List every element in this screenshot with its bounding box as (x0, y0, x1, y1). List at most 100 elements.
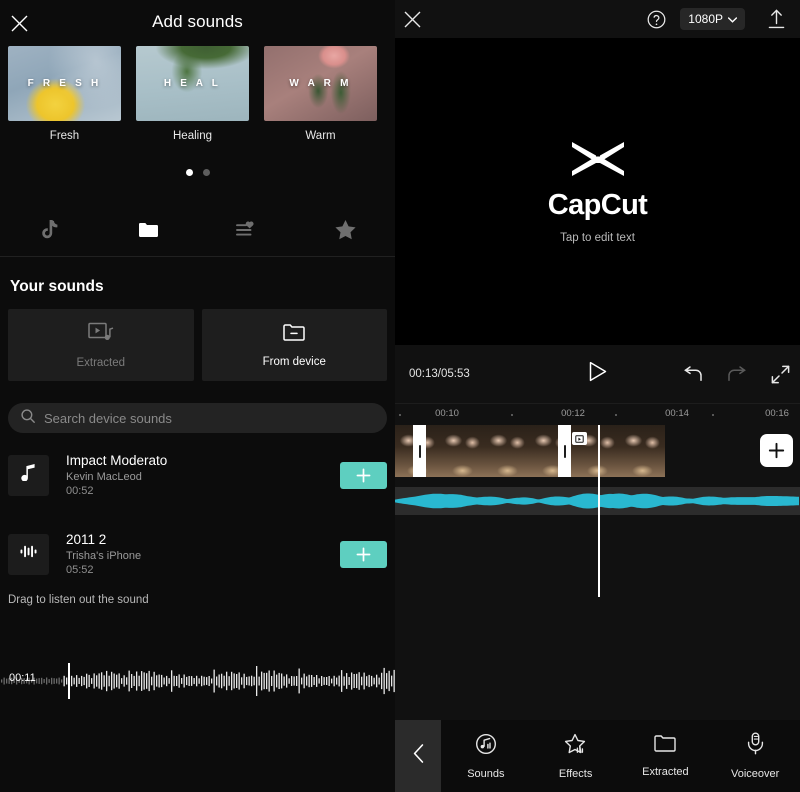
chevron-left-icon (413, 744, 424, 768)
sound-preview-waveform[interactable]: 00:11 (0, 662, 395, 700)
video-track[interactable] (395, 425, 665, 477)
list-item[interactable]: 2011 2 Trisha's iPhone 05:52 (8, 528, 387, 580)
search-section: Search device sounds (0, 381, 395, 433)
tool-extracted[interactable]: Extracted (621, 734, 711, 778)
tool-label: Voiceover (731, 768, 779, 780)
sound-artist: Kevin MacLeod (66, 471, 340, 483)
theme-card-healing[interactable]: H E A L Healing (136, 46, 249, 142)
tool-effects[interactable]: Effects (531, 733, 621, 780)
play-icon[interactable] (588, 361, 607, 387)
sidebar-item-tiktok[interactable] (0, 208, 99, 256)
capcut-screen: Add sounds F R E S H Fresh H E A L Heali… (0, 0, 800, 792)
pager-dot-2[interactable] (203, 169, 210, 176)
sound-list: Impact Moderato Kevin MacLeod 00:52 (0, 433, 395, 580)
capcut-logo-icon (569, 140, 627, 185)
filmstrip[interactable] (395, 425, 665, 477)
extract-audio-icon (88, 321, 114, 348)
sounds-icon (475, 733, 497, 760)
add-sound-button[interactable] (340, 462, 387, 489)
sound-title: Impact Moderato (66, 453, 340, 468)
redo-icon[interactable] (727, 366, 747, 382)
close-icon[interactable] (6, 10, 32, 36)
search-input[interactable]: Search device sounds (8, 403, 387, 433)
sidebar-item-favorites[interactable] (296, 208, 395, 256)
ruler-tick-dot (511, 414, 513, 416)
tiktok-icon (40, 220, 58, 245)
help-icon[interactable] (647, 10, 666, 29)
theme-thumbnail: W A R M (264, 46, 377, 121)
waveform-graphic (0, 662, 395, 700)
editor-header: 1080P (395, 0, 800, 38)
add-sounds-header: Add sounds (0, 0, 395, 44)
back-button[interactable] (395, 720, 441, 792)
tool-label: Extracted (642, 766, 688, 778)
sound-source-tabs (0, 208, 395, 256)
film-frame (485, 425, 530, 477)
tool-label: Sounds (467, 768, 504, 780)
waveform-time: 00:11 (9, 672, 36, 684)
ruler-tick-label: 00:12 (561, 408, 585, 419)
ruler-tick-label: 00:16 (765, 408, 789, 419)
trim-handle-left[interactable] (413, 425, 426, 477)
sound-thumbnail (8, 534, 49, 575)
theme-caption: Healing (136, 130, 249, 142)
source-card-extracted[interactable]: Extracted (8, 309, 194, 381)
trim-handle-right[interactable] (558, 425, 571, 477)
carousel-pager (0, 169, 395, 176)
theme-card-fresh[interactable]: F R E S H Fresh (8, 46, 121, 142)
source-card-from-device[interactable]: From device (202, 309, 388, 381)
extracted-icon (654, 734, 676, 758)
theme-thumbnail: F R E S H (8, 46, 121, 121)
tool-label: Effects (559, 768, 592, 780)
chevron-down-icon (728, 12, 737, 26)
add-clip-button[interactable] (760, 434, 793, 467)
ruler-tick-label: 00:10 (435, 408, 459, 419)
theme-overlay-text: W A R M (289, 78, 351, 89)
add-sound-button[interactable] (340, 541, 387, 568)
pager-dot-1[interactable] (186, 169, 193, 176)
timeline-playhead[interactable] (598, 425, 600, 597)
edit-text-hint[interactable]: Tap to edit text (560, 232, 635, 244)
resolution-label: 1080P (688, 12, 723, 26)
film-frame (620, 425, 665, 477)
page-title: Add sounds (0, 12, 395, 32)
undo-icon[interactable] (683, 366, 703, 382)
sound-thumbnail (8, 455, 49, 496)
editor-toolbar: Sounds Effects (395, 720, 800, 792)
tool-sounds[interactable]: Sounds (441, 733, 531, 780)
sound-duration: 00:52 (66, 485, 340, 497)
list-item[interactable]: Impact Moderato Kevin MacLeod 00:52 (8, 449, 387, 501)
tool-voiceover[interactable]: Voiceover (710, 732, 800, 780)
ruler-tick-dot (615, 414, 617, 416)
add-sounds-panel: Add sounds F R E S H Fresh H E A L Heali… (0, 0, 395, 792)
ruler-tick-dot (712, 414, 714, 416)
waveform-bars-icon (20, 544, 37, 564)
sidebar-item-playlist[interactable] (198, 208, 297, 256)
sound-meta: 2011 2 Trisha's iPhone 05:52 (66, 532, 340, 576)
clip-type-icon (572, 432, 587, 445)
fullscreen-icon[interactable] (771, 365, 790, 384)
theme-thumbnail: H E A L (136, 46, 249, 121)
source-card-label: From device (263, 356, 326, 368)
sidebar-item-folder[interactable] (99, 208, 198, 256)
sound-duration: 05:52 (66, 564, 340, 576)
timeline-ruler[interactable]: 00:1000:1200:1400:16 (395, 403, 800, 425)
film-frame (440, 425, 485, 477)
search-placeholder: Search device sounds (44, 411, 172, 426)
editor-panel: 1080P CapCut (395, 0, 800, 792)
timeline-tracks[interactable] (395, 425, 800, 597)
video-preview-canvas[interactable]: CapCut Tap to edit text (395, 38, 800, 345)
export-icon[interactable] (767, 9, 786, 29)
sound-artist: Trisha's iPhone (66, 550, 340, 562)
theme-card-warm[interactable]: W A R M Warm (264, 46, 377, 142)
waveform-playhead[interactable] (68, 663, 70, 699)
music-note-icon (21, 464, 36, 486)
close-icon[interactable] (404, 11, 421, 28)
source-card-label: Extracted (76, 357, 125, 369)
timecode: 00:13/05:53 (409, 368, 470, 380)
sound-meta: Impact Moderato Kevin MacLeod 00:52 (66, 453, 340, 497)
theme-cards: F R E S H Fresh H E A L Healing W A R M … (0, 44, 395, 142)
voiceover-icon (746, 732, 765, 760)
search-icon (21, 409, 35, 428)
resolution-selector[interactable]: 1080P (680, 8, 745, 30)
